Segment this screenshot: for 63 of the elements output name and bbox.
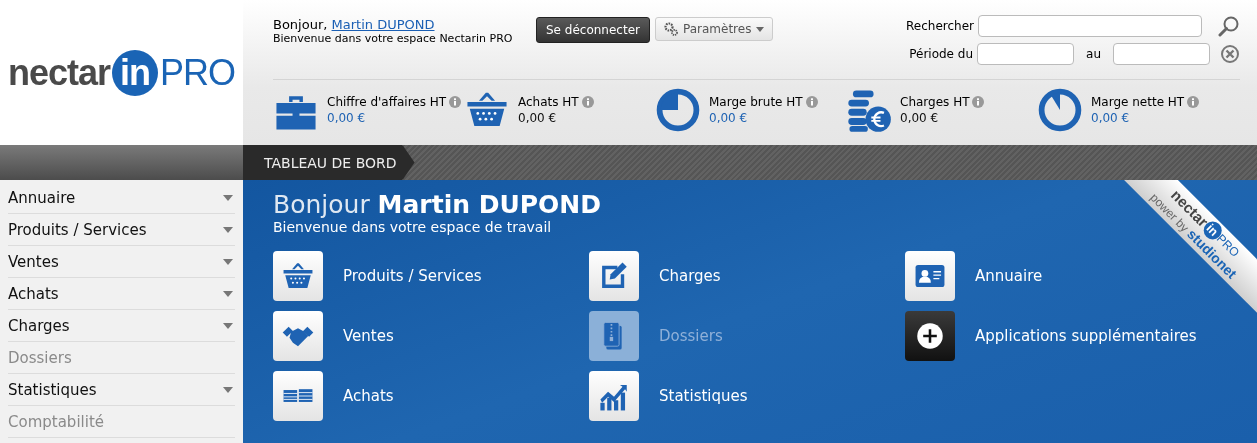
kpi-value: 0,00 € bbox=[1091, 111, 1131, 125]
logout-button[interactable]: Se déconnecter bbox=[536, 17, 650, 43]
caret-icon bbox=[223, 194, 233, 201]
dashboard-subtitle: Bienvenue dans votre espace de travail bbox=[273, 219, 552, 235]
coins-icon bbox=[846, 87, 892, 133]
search-field[interactable] bbox=[978, 15, 1202, 37]
info-icon[interactable] bbox=[581, 96, 594, 108]
user-name-link[interactable]: Martin DUPOND bbox=[331, 17, 435, 32]
date-to-field[interactable] bbox=[1113, 43, 1210, 65]
tile-label[interactable]: Annuaire bbox=[975, 267, 1043, 285]
kpi-label: Achats HT bbox=[518, 95, 579, 109]
tile-label[interactable]: Applications supplémentaires bbox=[975, 327, 1197, 345]
settings-button[interactable]: Paramètres bbox=[654, 17, 774, 41]
welcome-text: Bienvenue dans votre espace Nectarin PRO bbox=[273, 32, 514, 45]
gears-icon bbox=[663, 22, 678, 36]
search-label: Rechercher bbox=[906, 19, 974, 33]
greeting-text: Bonjour, bbox=[273, 17, 328, 32]
dashboard-title: Bonjour Martin DUPOND bbox=[273, 190, 601, 219]
pie-chart-icon bbox=[655, 87, 701, 133]
period-to-label: au bbox=[1086, 47, 1101, 61]
tile-button[interactable] bbox=[273, 251, 323, 301]
sidebar-item[interactable]: Charges bbox=[8, 310, 235, 342]
sidebar-item[interactable]: Produits / Services bbox=[8, 214, 235, 246]
sidebar-item[interactable]: Statistiques bbox=[8, 374, 235, 406]
info-icon[interactable] bbox=[972, 96, 985, 108]
clear-icon[interactable] bbox=[1220, 44, 1240, 64]
pie-chart-icon bbox=[1037, 87, 1083, 133]
kpi-value: 0,00 € bbox=[327, 111, 367, 125]
kpi-label: Charges HT bbox=[900, 95, 970, 109]
tile-label[interactable]: Ventes bbox=[343, 327, 394, 345]
tile-label[interactable]: Produits / Services bbox=[343, 267, 482, 285]
caret-icon bbox=[223, 386, 233, 393]
breadcrumb[interactable]: TABLEAU DE BORD bbox=[243, 145, 415, 180]
tile-button[interactable] bbox=[589, 371, 639, 421]
date-from-field[interactable] bbox=[977, 43, 1075, 65]
sidebar-item[interactable]: Annuaire bbox=[8, 182, 235, 214]
caret-icon bbox=[223, 322, 233, 329]
tile-button[interactable] bbox=[273, 311, 323, 361]
period-from-label: Période du bbox=[909, 47, 974, 61]
tile-label[interactable]: Charges bbox=[659, 267, 721, 285]
tile-label[interactable]: Achats bbox=[343, 387, 394, 405]
kpi-label: Chiffre d'affaires HT bbox=[327, 95, 447, 109]
tile-button[interactable] bbox=[273, 371, 323, 421]
caret-icon bbox=[223, 226, 233, 233]
logo: nectar in PRO bbox=[7, 49, 236, 96]
caret-icon bbox=[223, 290, 233, 297]
kpi-label: Marge nette HT bbox=[1091, 95, 1185, 109]
sidebar-item[interactable]: Achats bbox=[8, 278, 235, 310]
kpi-value: 0,00 € bbox=[709, 111, 749, 125]
tile-button[interactable] bbox=[589, 251, 639, 301]
tile-label[interactable]: Statistiques bbox=[659, 387, 748, 405]
sidebar-item[interactable]: Ventes bbox=[8, 246, 235, 278]
info-icon[interactable] bbox=[805, 96, 818, 108]
tile-button[interactable] bbox=[905, 251, 955, 301]
kpi-label: Marge brute HT bbox=[709, 95, 803, 109]
caret-icon bbox=[756, 26, 765, 32]
caret-icon bbox=[223, 258, 233, 265]
info-icon[interactable] bbox=[449, 96, 462, 108]
tile-button[interactable] bbox=[905, 311, 955, 361]
kpi-value: 0,00 € bbox=[518, 111, 558, 125]
info-icon[interactable] bbox=[1187, 96, 1200, 108]
kpi-value: 0,00 € bbox=[900, 111, 940, 125]
search-icon[interactable] bbox=[1218, 15, 1240, 37]
